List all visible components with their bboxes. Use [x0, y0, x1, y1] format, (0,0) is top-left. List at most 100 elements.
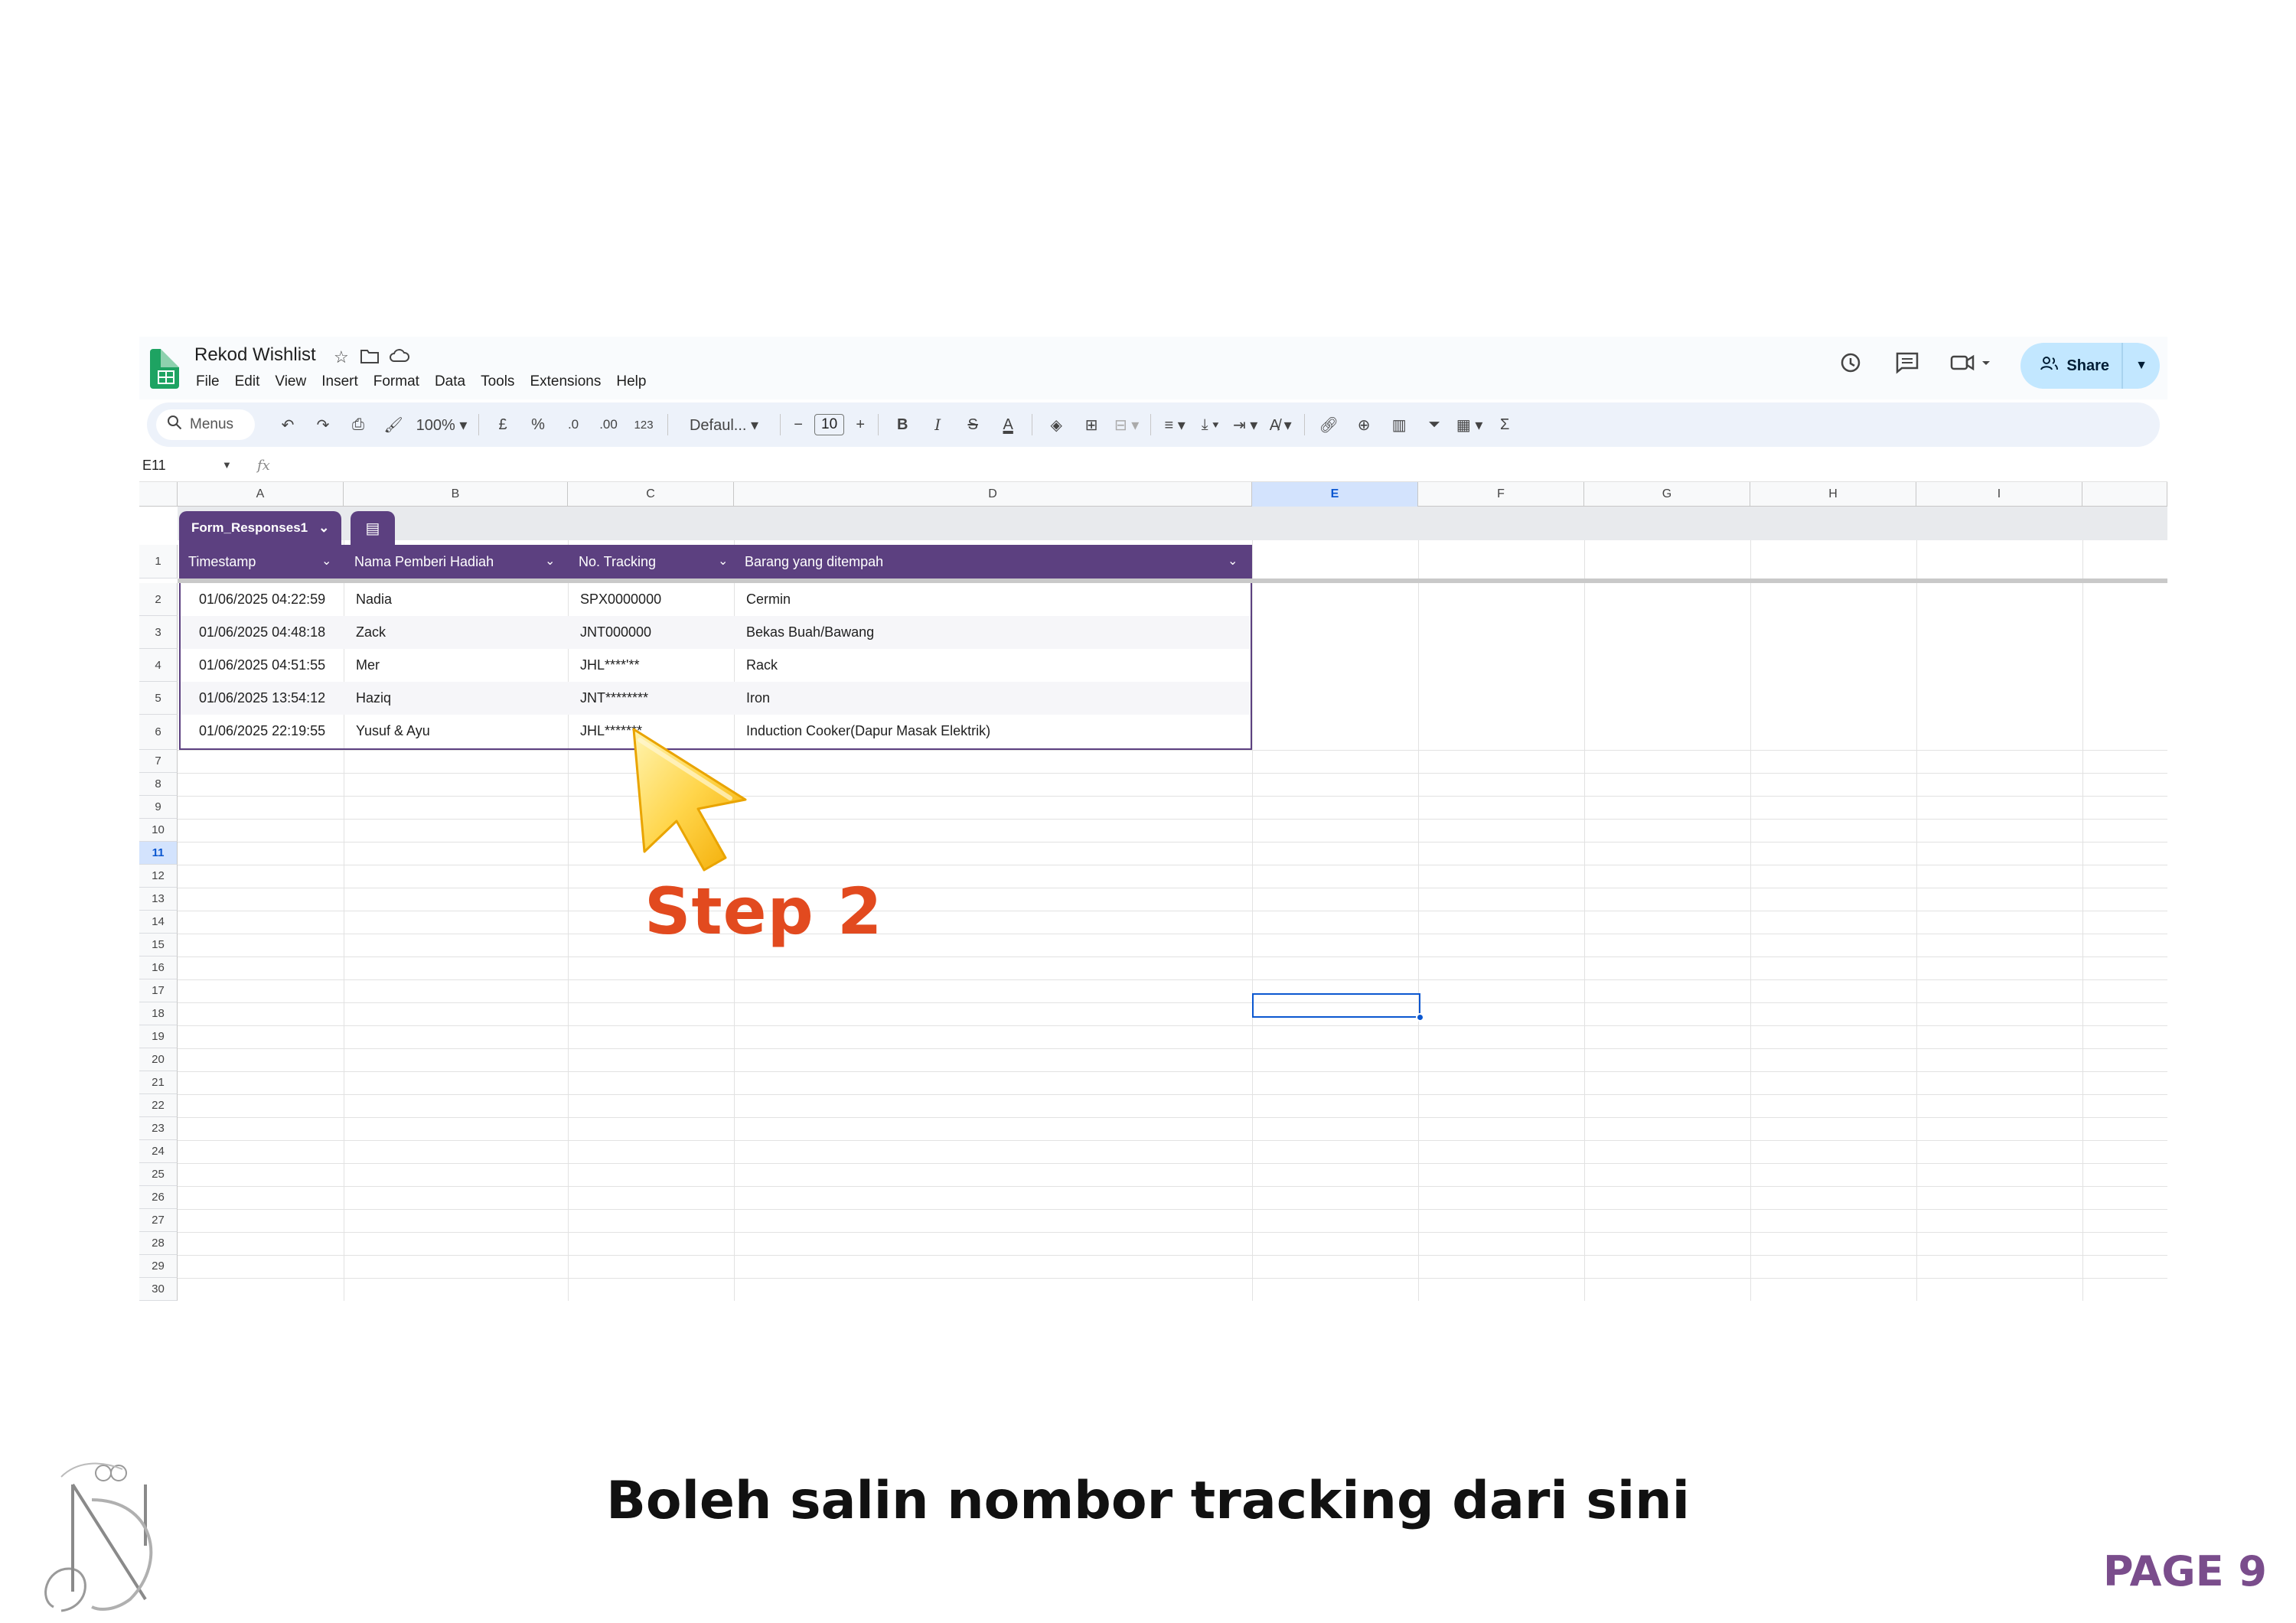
row-header-27[interactable]: 27 [139, 1209, 178, 1232]
cell-tracking[interactable]: SPX0000000 [571, 583, 661, 616]
borders-icon[interactable]: ⊞ [1074, 416, 1109, 435]
column-header-d[interactable]: D [734, 482, 1252, 507]
cloud-status-icon[interactable] [389, 347, 410, 369]
chevron-down-icon[interactable]: ⌄ [321, 545, 331, 578]
row-header-22[interactable]: 22 [139, 1094, 178, 1117]
paint-format-icon[interactable]: 🖌︎ [376, 416, 411, 435]
cell-barang[interactable]: Induction Cooker(Dapur Masak Elektrik) [737, 715, 990, 748]
column-header-a[interactable]: A [178, 482, 344, 507]
percent-format-button[interactable]: % [520, 416, 556, 434]
header-nama-pemberi[interactable]: Nama Pemberi Hadiah [345, 545, 494, 578]
column-header-partial[interactable] [2082, 482, 2167, 507]
text-color-button[interactable]: A [990, 416, 1026, 434]
row-header-29[interactable]: 29 [139, 1255, 178, 1278]
increase-decimal-button[interactable]: .00 [591, 417, 626, 432]
zoom-select[interactable]: 100% ▾ [411, 416, 472, 435]
row-header-2[interactable]: 2 [139, 583, 178, 616]
bold-button[interactable]: B [885, 416, 920, 434]
cell-nama[interactable]: Haziq [347, 682, 391, 715]
cell-timestamp[interactable]: 01/06/2025 22:19:55 [190, 715, 325, 748]
sheets-logo-icon[interactable] [150, 349, 179, 389]
share-button[interactable]: Share [2020, 343, 2123, 389]
cell-barang[interactable]: Iron [737, 682, 770, 715]
chevron-down-icon[interactable]: ⌄ [545, 545, 555, 578]
menu-format[interactable]: Format [372, 372, 421, 392]
font-size-input[interactable]: 10 [814, 414, 845, 435]
font-select[interactable]: Defaul... ▾ [674, 416, 774, 435]
currency-format-button[interactable]: £ [485, 416, 520, 434]
cell-tracking[interactable]: JNT000000 [571, 616, 651, 649]
star-icon[interactable]: ☆ [334, 347, 349, 367]
column-header-f[interactable]: F [1418, 482, 1584, 507]
name-box-dropdown-icon[interactable]: ▼ [222, 459, 232, 471]
menus-search[interactable]: Menus [156, 409, 256, 440]
table-row[interactable]: 01/06/2025 13:54:12 Haziq JNT******** Ir… [181, 682, 1251, 715]
horizontal-align-icon[interactable]: ≡ ▾ [1157, 416, 1192, 435]
row-header-7[interactable]: 7 [139, 750, 178, 773]
cell-timestamp[interactable]: 01/06/2025 04:22:59 [190, 583, 325, 616]
row-header-15[interactable]: 15 [139, 934, 178, 957]
chevron-down-icon[interactable]: ⌄ [1228, 545, 1238, 578]
row-header-21[interactable]: 21 [139, 1071, 178, 1094]
menu-extensions[interactable]: Extensions [528, 372, 602, 392]
row-header-14[interactable]: 14 [139, 911, 178, 934]
filter-icon[interactable]: ⏷ [1417, 416, 1452, 434]
cell-timestamp[interactable]: 01/06/2025 04:51:55 [190, 649, 325, 682]
cell-nama[interactable]: Nadia [347, 583, 392, 616]
filter-views-icon[interactable]: ▦ ▾ [1452, 416, 1487, 435]
text-wrapping-icon[interactable]: ⇥ ▾ [1228, 416, 1263, 435]
redo-icon[interactable]: ↷ [305, 416, 341, 435]
strikethrough-button[interactable]: S [955, 416, 990, 434]
table-row[interactable]: 01/06/2025 04:51:55 Mer JHL****'** Rack [181, 649, 1251, 682]
column-header-c[interactable]: C [568, 482, 734, 507]
insert-comment-icon[interactable]: ⊕ [1346, 416, 1381, 435]
row-header-1[interactable]: 1 [139, 545, 178, 578]
table-row[interactable]: 01/06/2025 04:48:18 Zack JNT000000 Bekas… [181, 616, 1251, 649]
menu-insert[interactable]: Insert [320, 372, 360, 392]
row-header-25[interactable]: 25 [139, 1163, 178, 1186]
comments-icon[interactable] [1892, 351, 1923, 380]
fill-color-icon[interactable]: ◈ [1039, 416, 1074, 435]
row-header-30[interactable]: 30 [139, 1278, 178, 1301]
print-icon[interactable]: ⎙ [341, 416, 376, 434]
text-rotation-icon[interactable]: A̸ ▾ [1263, 416, 1298, 435]
cell-tracking[interactable]: JHL****'** [571, 649, 639, 682]
row-header-19[interactable]: 19 [139, 1025, 178, 1048]
column-header-e[interactable]: E [1252, 482, 1418, 507]
row-header-8[interactable]: 8 [139, 773, 178, 796]
table-view-icon[interactable]: ▤ [351, 511, 395, 545]
insert-link-icon[interactable]: 🔗︎ [1311, 416, 1346, 435]
cell-timestamp[interactable]: 01/06/2025 13:54:12 [190, 682, 325, 715]
chevron-down-icon[interactable]: ⌄ [718, 545, 728, 578]
row-header-20[interactable]: 20 [139, 1048, 178, 1071]
column-header-i[interactable]: I [1916, 482, 2082, 507]
document-title[interactable]: Rekod Wishlist [194, 344, 316, 366]
row-header-24[interactable]: 24 [139, 1140, 178, 1163]
row-header-3[interactable]: 3 [139, 616, 178, 649]
cell-barang[interactable]: Bekas Buah/Bawang [737, 616, 874, 649]
undo-icon[interactable]: ↶ [270, 416, 305, 435]
cell-nama[interactable]: Zack [347, 616, 386, 649]
cell-timestamp[interactable]: 01/06/2025 04:48:18 [190, 616, 325, 649]
column-header-h[interactable]: H [1750, 482, 1916, 507]
row-header-26[interactable]: 26 [139, 1186, 178, 1209]
decrease-decimal-button[interactable]: .0 [556, 417, 591, 432]
row-header-6[interactable]: 6 [139, 715, 178, 750]
table-row[interactable]: 01/06/2025 04:22:59 Nadia SPX0000000 Cer… [181, 583, 1251, 616]
row-header-10[interactable]: 10 [139, 819, 178, 842]
row-header-4[interactable]: 4 [139, 649, 178, 682]
version-history-icon[interactable] [1835, 351, 1866, 380]
row-header-11[interactable]: 11 [139, 842, 178, 865]
fill-handle[interactable] [1416, 1013, 1424, 1022]
meet-icon[interactable] [1949, 351, 1994, 380]
spreadsheet-grid[interactable]: A B C D E F G H I 1 2 3 4 5 6 7 8 9 10 11 12 13 14 15 1… [139, 482, 2167, 1301]
share-dropdown-icon[interactable]: ▼ [2123, 343, 2160, 389]
name-box[interactable]: E11 [142, 458, 166, 474]
move-folder-icon[interactable] [360, 347, 380, 369]
font-size-decrease-icon[interactable]: − [787, 416, 810, 434]
table-name-chip[interactable]: Form_Responses1 ⌄ [179, 511, 342, 545]
menu-data[interactable]: Data [433, 372, 467, 392]
menu-edit[interactable]: Edit [233, 372, 262, 392]
merge-cells-icon[interactable]: ⊟ ▾ [1109, 416, 1144, 435]
functions-button[interactable]: Σ [1487, 416, 1522, 434]
